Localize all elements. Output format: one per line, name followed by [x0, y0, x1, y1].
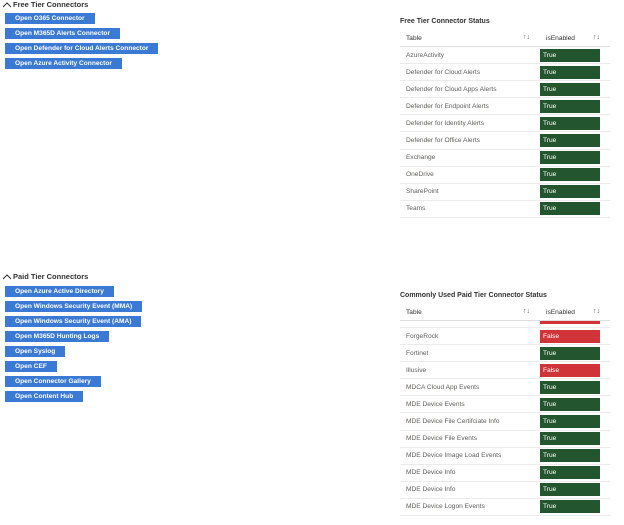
table-name-cell: Defender for Endpoint Alerts	[400, 97, 540, 116]
table-row: AzureActivity True	[400, 46, 610, 65]
table-row: ForgeRock False	[400, 327, 610, 346]
isenabled-badge: True	[540, 397, 600, 411]
open-connector-button[interactable]: Open CEF	[5, 361, 57, 372]
table-row: Defender for Identity Alerts True	[400, 114, 610, 133]
table-name-cell: SharePoint	[400, 183, 540, 201]
table-name-cell: MDE Device Events	[400, 395, 540, 414]
isenabled-badge: True	[540, 185, 600, 199]
table-name-cell: Exchange	[400, 149, 540, 167]
table-row: OneDrive True	[400, 166, 610, 184]
table-row: MDE Device File Certifciate Info True	[400, 412, 610, 431]
open-connector-button[interactable]: Open Windows Security Event (AMA)	[5, 316, 142, 327]
table-row: Fortinet True	[400, 344, 610, 363]
column-header-table[interactable]: Table ↑↓	[400, 304, 540, 321]
isenabled-badge: True	[540, 500, 600, 514]
isenabled-badge: True	[540, 48, 600, 62]
open-connector-button[interactable]: Open M365D Hunting Logs	[5, 331, 110, 342]
table-name-cell: Illusive	[400, 361, 540, 380]
sort-arrows-icon[interactable]: ↑↓	[523, 308, 530, 315]
table-row: MDE Device File Events True	[400, 430, 610, 448]
table-name-cell: Defender for Office Alerts	[400, 131, 540, 150]
open-connector-button[interactable]: Open Azure Activity Connector	[5, 58, 122, 69]
table-name-cell: MDE Device Logon Events	[400, 498, 540, 517]
open-connector-button[interactable]: Open Defender for Cloud Alerts Connector	[5, 43, 159, 54]
isenabled-badge: True	[540, 449, 600, 463]
free-tier-buttons: Open O365 Connector Open M365D Alerts Con…	[5, 13, 159, 73]
open-connector-button[interactable]: Open Connector Gallery	[5, 376, 101, 387]
paid-tier-buttons: Open Azure Active Directory Open Windows …	[5, 286, 143, 406]
column-header-isenabled[interactable]: isEnabled ↑↓	[540, 30, 610, 47]
isenabled-badge: True	[540, 65, 600, 79]
free-tier-header[interactable]: Free Tier Connectors	[2, 0, 88, 9]
isenabled-badge: True	[540, 346, 600, 360]
free-tier-title: Free Tier Connectors	[13, 0, 89, 9]
isenabled-badge: True	[540, 380, 600, 394]
table-row: MDE Device Events True	[400, 395, 610, 414]
free-status-table: Table ↑↓ isEnabled ↑↓ AzureActivity True Def…	[400, 30, 610, 218]
paid-status-table: Table ↑↓ isEnabled ↑↓ ForgeRock False Fortin…	[400, 304, 610, 517]
table-row: MDCA Cloud App Events True	[400, 378, 610, 397]
table-name-cell: MDE Device File Certifciate Info	[400, 412, 540, 431]
isenabled-badge: True	[540, 432, 600, 446]
paid-tier-title: Paid Tier Connectors	[13, 272, 89, 281]
sort-arrows-icon[interactable]: ↑↓	[593, 34, 600, 41]
isenabled-badge: True	[540, 202, 600, 216]
open-connector-button[interactable]: Open Windows Security Event (MMA)	[5, 301, 143, 312]
table-row: SharePoint True	[400, 183, 610, 201]
table-row: Defender for Cloud Apps Alerts True	[400, 80, 610, 99]
isenabled-badge: True	[540, 483, 600, 497]
partial-false-cell	[540, 321, 600, 324]
table-row: Teams True	[400, 200, 610, 218]
sort-arrows-icon[interactable]: ↑↓	[593, 308, 600, 315]
table-row: MDE Device Logon Events True	[400, 498, 610, 517]
table-name-cell: MDCA Cloud App Events	[400, 378, 540, 397]
table-name-cell: MDE Device Info	[400, 464, 540, 482]
table-name-cell: MDE Device Info	[400, 481, 540, 499]
table-row: Exchange True	[400, 149, 610, 167]
table-row: MDE Device Info True	[400, 464, 610, 482]
isenabled-badge: True	[540, 168, 600, 182]
table-row: Defender for Office Alerts True	[400, 131, 610, 150]
open-connector-button[interactable]: Open Syslog	[5, 346, 66, 357]
open-connector-button[interactable]: Open O365 Connector	[5, 13, 95, 24]
table-row: Defender for Cloud Alerts True	[400, 63, 610, 82]
paid-tier-header[interactable]: Paid Tier Connectors	[2, 272, 88, 281]
free-tier-status-panel: Free Tier Connector Status Table ↑↓ isEna…	[400, 18, 610, 218]
table-row: MDE Device Info True	[400, 481, 610, 499]
table-name-cell: Fortinet	[400, 344, 540, 363]
table-row: Defender for Endpoint Alerts True	[400, 97, 610, 116]
isenabled-badge: True	[540, 415, 600, 429]
table-name-cell: Defender for Cloud Apps Alerts	[400, 80, 540, 99]
table-name-cell: AzureActivity	[400, 46, 540, 65]
isenabled-badge: True	[540, 116, 600, 130]
open-connector-button[interactable]: Open Content Hub	[5, 391, 84, 402]
table-name-cell: Teams	[400, 200, 540, 218]
sort-arrows-icon[interactable]: ↑↓	[523, 34, 530, 41]
isenabled-badge: False	[540, 363, 600, 377]
column-header-table[interactable]: Table ↑↓	[400, 30, 540, 47]
table-name-cell: OneDrive	[400, 166, 540, 184]
table-row: Illusive False	[400, 361, 610, 380]
free-status-title: Free Tier Connector Status	[400, 18, 490, 25]
isenabled-badge: True	[540, 151, 600, 165]
table-name-cell: MDE Device Image Load Events	[400, 447, 540, 465]
isenabled-badge: True	[540, 99, 600, 113]
isenabled-badge: True	[540, 134, 600, 148]
table-name-cell: Defender for Identity Alerts	[400, 114, 540, 133]
table-name-cell: MDE Device File Events	[400, 430, 540, 448]
paid-status-title: Commonly Used Paid Tier Connector Status	[400, 292, 547, 299]
column-header-isenabled[interactable]: isEnabled ↑↓	[540, 304, 610, 321]
chevron-up-icon	[2, 273, 12, 279]
isenabled-badge: True	[540, 82, 600, 96]
isenabled-badge: True	[540, 466, 600, 480]
open-connector-button[interactable]: Open Azure Active Directory	[5, 286, 114, 297]
chevron-up-icon	[2, 1, 12, 7]
table-name-cell: ForgeRock	[400, 327, 540, 346]
isenabled-badge: False	[540, 329, 600, 343]
table-row: MDE Device Image Load Events True	[400, 447, 610, 465]
paid-tier-status-panel: Commonly Used Paid Tier Connector Status…	[400, 292, 610, 517]
table-name-cell: Defender for Cloud Alerts	[400, 63, 540, 82]
open-connector-button[interactable]: Open M365D Alerts Connector	[5, 28, 121, 39]
